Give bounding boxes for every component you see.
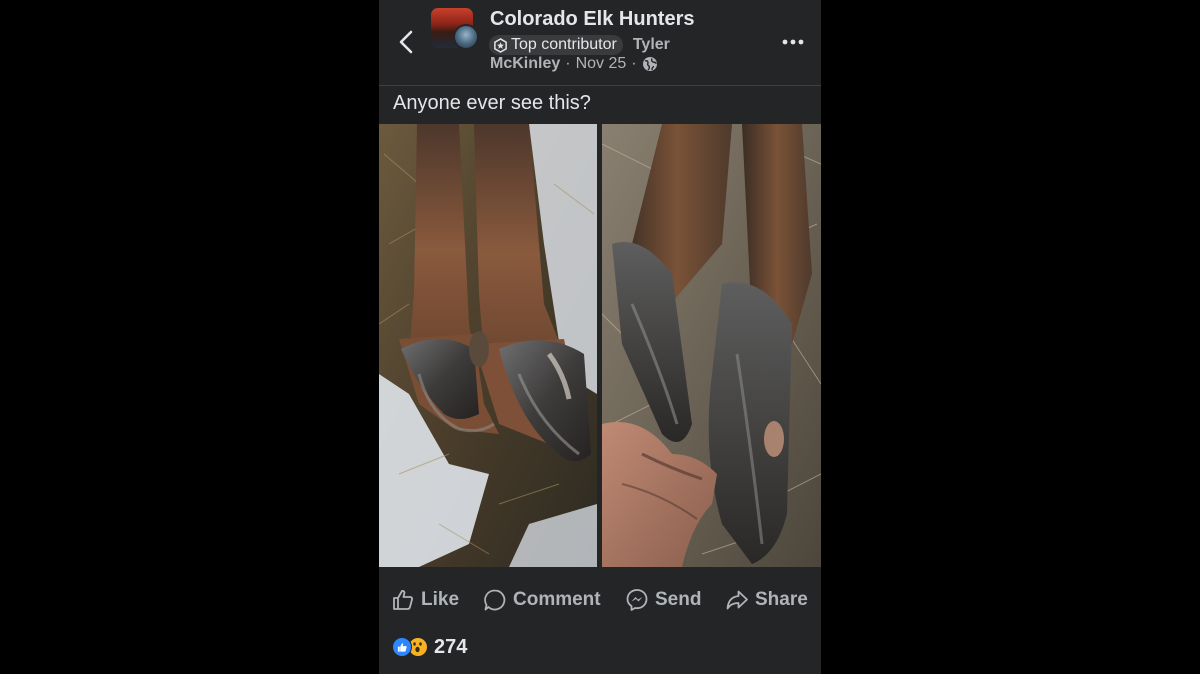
author-line: Top contributor Tyler [489, 34, 670, 56]
comment-bubble-icon [484, 589, 506, 611]
share-button[interactable]: Share [725, 584, 808, 616]
share-label: Share [755, 589, 808, 610]
meta-separator: · [565, 55, 571, 72]
author-last-name[interactable]: McKinley [490, 55, 560, 73]
share-arrow-icon [726, 590, 748, 610]
send-button[interactable]: Send [625, 584, 701, 616]
messenger-icon [626, 589, 648, 611]
post-header: Colorado Elk Hunters Top contributor Tyl… [379, 0, 821, 86]
post-screen: Colorado Elk Hunters Top contributor Tyl… [379, 0, 821, 674]
thumbs-up-icon [393, 590, 413, 610]
header-divider [379, 85, 821, 86]
group-name[interactable]: Colorado Elk Hunters [490, 8, 694, 31]
author-avatar [453, 24, 479, 50]
globe-icon [642, 57, 657, 71]
post-actions-bar: Like Comment Send Share [379, 584, 821, 616]
group-avatar[interactable] [431, 8, 479, 50]
badge-label: Top contributor [511, 36, 617, 53]
top-contributor-badge[interactable]: Top contributor [489, 35, 623, 55]
author-first-name[interactable]: Tyler [633, 36, 670, 54]
meta-separator: · [631, 55, 637, 72]
comment-button[interactable]: Comment [483, 584, 601, 616]
like-button[interactable]: Like [391, 584, 459, 616]
contributor-badge-icon [494, 37, 507, 53]
reactions-summary[interactable]: 274 [392, 635, 467, 659]
send-label: Send [655, 589, 702, 610]
author-meta-line: McKinley · Nov 25 · [490, 54, 658, 74]
chevron-left-icon [399, 30, 413, 54]
post-text: Anyone ever see this? [393, 92, 591, 114]
back-button[interactable] [395, 28, 419, 56]
like-label: Like [421, 589, 460, 610]
elk-hooves-photo-left[interactable] [379, 124, 597, 567]
elk-hooves-photo-right[interactable] [602, 124, 821, 567]
more-dots-icon [782, 39, 804, 45]
comment-label: Comment [513, 589, 601, 610]
more-options-button[interactable] [781, 33, 805, 51]
post-date[interactable]: Nov 25 [576, 55, 627, 73]
like-reaction-icon [392, 637, 412, 657]
reaction-count: 274 [434, 635, 468, 658]
